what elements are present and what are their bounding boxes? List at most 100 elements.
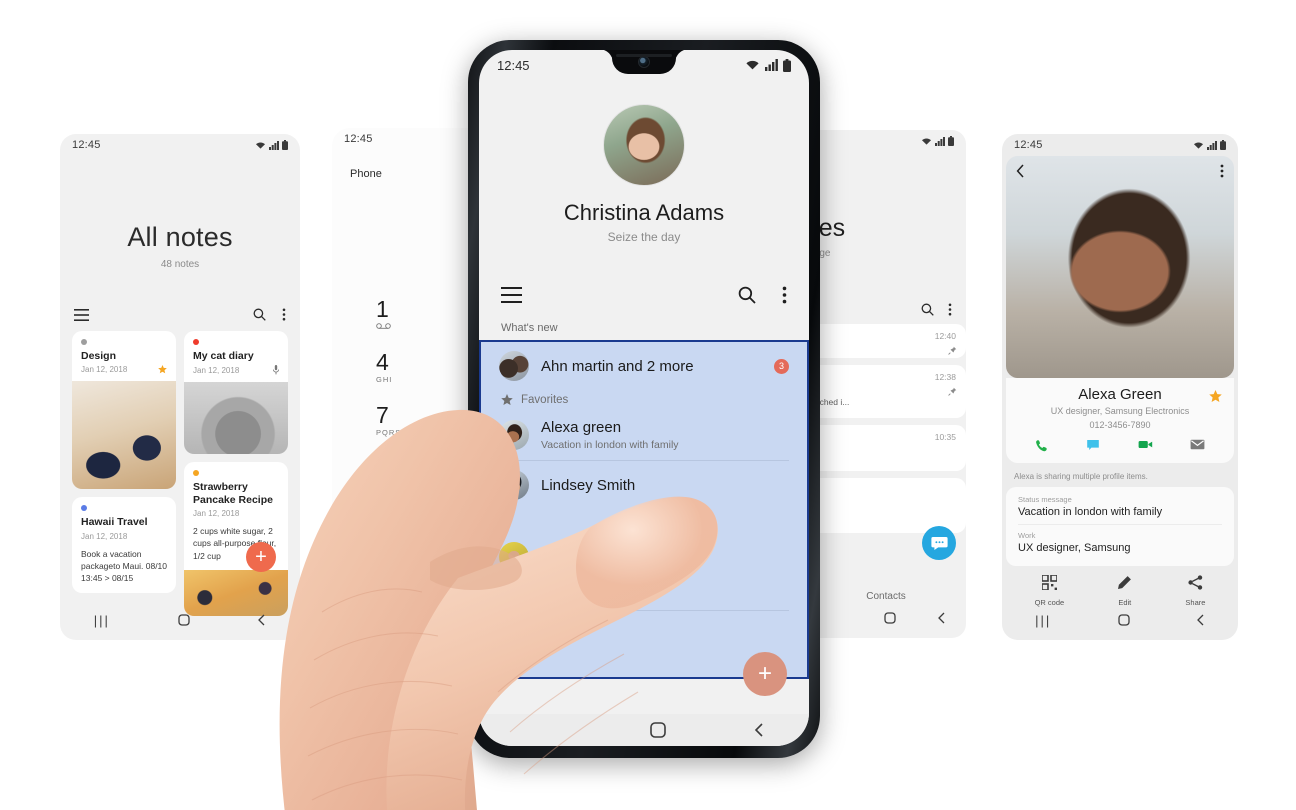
back-button[interactable] <box>753 722 765 738</box>
contact-status: Vacation in london with family <box>541 439 679 451</box>
messages-nav-bar: ||| <box>806 604 966 632</box>
alpha-section-header: A <box>501 516 509 528</box>
contact-status-bar: 12:45 <box>1002 134 1238 156</box>
note-card[interactable]: My cat diary Jan 12, 2018 <box>184 331 288 455</box>
note-title: Strawberry Pancake Recipe <box>193 481 273 506</box>
message-thread-list: mith 12:40 12:38 vie was the most ee wha… <box>806 324 966 533</box>
field-value: Vacation in london with family <box>1018 506 1163 518</box>
contact-field[interactable]: Status message Vacation in london with f… <box>1018 489 1222 524</box>
contact-name: A <box>541 549 551 565</box>
wifi-icon <box>1193 141 1204 150</box>
status-system-icons <box>745 58 791 72</box>
contact-name: Lindsey Smith <box>541 476 636 494</box>
note-title: Hawaii Travel <box>81 516 148 529</box>
notes-header: All notes 48 notes <box>60 222 300 270</box>
notes-column-right: My cat diary Jan 12, 2018 Strawberry Pan… <box>184 331 288 617</box>
note-title: My cat diary <box>193 350 254 362</box>
pin-icon <box>948 387 957 396</box>
back-button[interactable] <box>1196 614 1205 626</box>
back-button[interactable] <box>937 612 946 624</box>
add-contact-fab[interactable]: + <box>743 652 787 696</box>
tab-contacts[interactable]: Contacts <box>806 591 966 602</box>
note-color-dot <box>193 470 199 477</box>
whats-new-name: Ahn martin and 2 more <box>541 357 694 375</box>
wifi-icon <box>921 137 932 146</box>
edit-icon <box>1117 575 1132 590</box>
avatar <box>603 104 685 186</box>
notes-count: 48 notes <box>160 259 200 270</box>
menu-icon[interactable] <box>501 287 522 303</box>
recents-button[interactable]: ||| <box>94 613 110 628</box>
menu-icon[interactable] <box>74 308 89 321</box>
contact-field[interactable]: Work UX designer, Samsung <box>1018 524 1222 560</box>
selected-contacts-region: Ahn martin and 2 more 3 Favorites Alexa … <box>479 340 809 679</box>
star-icon[interactable] <box>158 365 167 374</box>
list-item[interactable]: mith 12:40 <box>806 324 966 358</box>
back-icon[interactable] <box>1016 164 1025 178</box>
more-icon[interactable] <box>948 303 952 316</box>
signal-icon <box>765 59 778 71</box>
status-time: 12:45 <box>497 57 530 73</box>
battery-icon <box>1220 140 1226 150</box>
video-call-icon[interactable] <box>1138 439 1153 453</box>
search-icon[interactable] <box>253 308 266 321</box>
qr-code-button[interactable]: QR code <box>1035 575 1064 607</box>
list-item[interactable]: 12:38 vie was the most ee what I had att… <box>806 365 966 418</box>
notes-column-left: Design Jan 12, 2018 Hawaii Travel Jan 12… <box>72 331 176 616</box>
thread-time: 10:35 <box>934 431 956 442</box>
messages-toolbar <box>806 303 952 316</box>
status-time: 12:45 <box>344 133 373 145</box>
status-system-icons <box>1193 140 1226 150</box>
phone-contact-detail: 12:45 Alexa Green UX designer, Samsung E… <box>1002 134 1238 640</box>
list-item[interactable]: Alexa green Vacation in london with fami… <box>481 410 807 460</box>
notes-status-bar: 12:45 <box>60 134 300 156</box>
earpiece-speaker <box>616 54 672 57</box>
search-icon[interactable] <box>738 286 756 304</box>
page-title: essages <box>806 214 846 242</box>
recents-button[interactable]: ||| <box>1035 613 1051 628</box>
email-icon[interactable] <box>1190 439 1205 453</box>
home-button[interactable] <box>1117 614 1130 626</box>
add-note-fab[interactable]: + <box>246 542 276 572</box>
list-item[interactable]: A <box>481 533 807 588</box>
mic-icon[interactable] <box>273 365 279 375</box>
main-toolbar <box>479 286 809 304</box>
contact-nav-bar: ||| <box>1002 606 1238 634</box>
main-screen: 12:45 Christina Adams Seize the day What… <box>479 50 809 746</box>
phone-notes: 12:45 All notes 48 notes Design Jan 12, … <box>60 134 300 640</box>
note-card[interactable]: Strawberry Pancake Recipe Jan 12, 2018 2… <box>184 462 288 617</box>
more-icon[interactable] <box>1220 164 1224 178</box>
back-button[interactable] <box>257 614 266 626</box>
share-button[interactable]: Share <box>1185 575 1205 607</box>
contact-hero-photo <box>1006 156 1234 378</box>
edit-button[interactable]: Edit <box>1117 575 1132 607</box>
list-item[interactable]: -5678 !! eet to catch up! <box>806 477 966 533</box>
whats-new-item[interactable]: Ahn martin and 2 more 3 <box>481 342 807 390</box>
contact-action-row <box>1016 439 1224 453</box>
avatar <box>499 542 529 572</box>
device-chassis: 12:45 Christina Adams Seize the day What… <box>468 40 820 758</box>
section-favorites-label: Favorites <box>521 394 569 406</box>
list-item[interactable]: Lindsey Smith <box>481 461 807 509</box>
call-icon[interactable] <box>1035 439 1049 453</box>
more-icon[interactable] <box>282 308 286 321</box>
battery-icon <box>783 58 791 72</box>
note-body: Book a vacation packageto Maui. 08/10 13… <box>81 548 168 584</box>
more-icon[interactable] <box>782 286 787 304</box>
home-button[interactable] <box>883 612 896 624</box>
note-card[interactable]: Design Jan 12, 2018 <box>72 331 176 490</box>
field-label: Status message <box>1018 495 1072 504</box>
avatar <box>499 420 529 450</box>
list-item[interactable]: 10:35 <box>806 424 966 471</box>
star-icon <box>501 394 513 406</box>
messages-status-bar <box>806 130 966 152</box>
new-message-fab[interactable] <box>922 526 956 560</box>
star-icon[interactable] <box>1209 390 1222 403</box>
home-button[interactable] <box>650 722 666 738</box>
search-icon[interactable] <box>921 303 934 316</box>
message-icon[interactable] <box>1086 439 1100 453</box>
home-button[interactable] <box>177 614 190 626</box>
note-color-dot <box>81 339 87 345</box>
note-card[interactable]: Hawaii Travel Jan 12, 2018 Book a vacati… <box>72 497 176 593</box>
qr-code-icon <box>1041 575 1057 590</box>
